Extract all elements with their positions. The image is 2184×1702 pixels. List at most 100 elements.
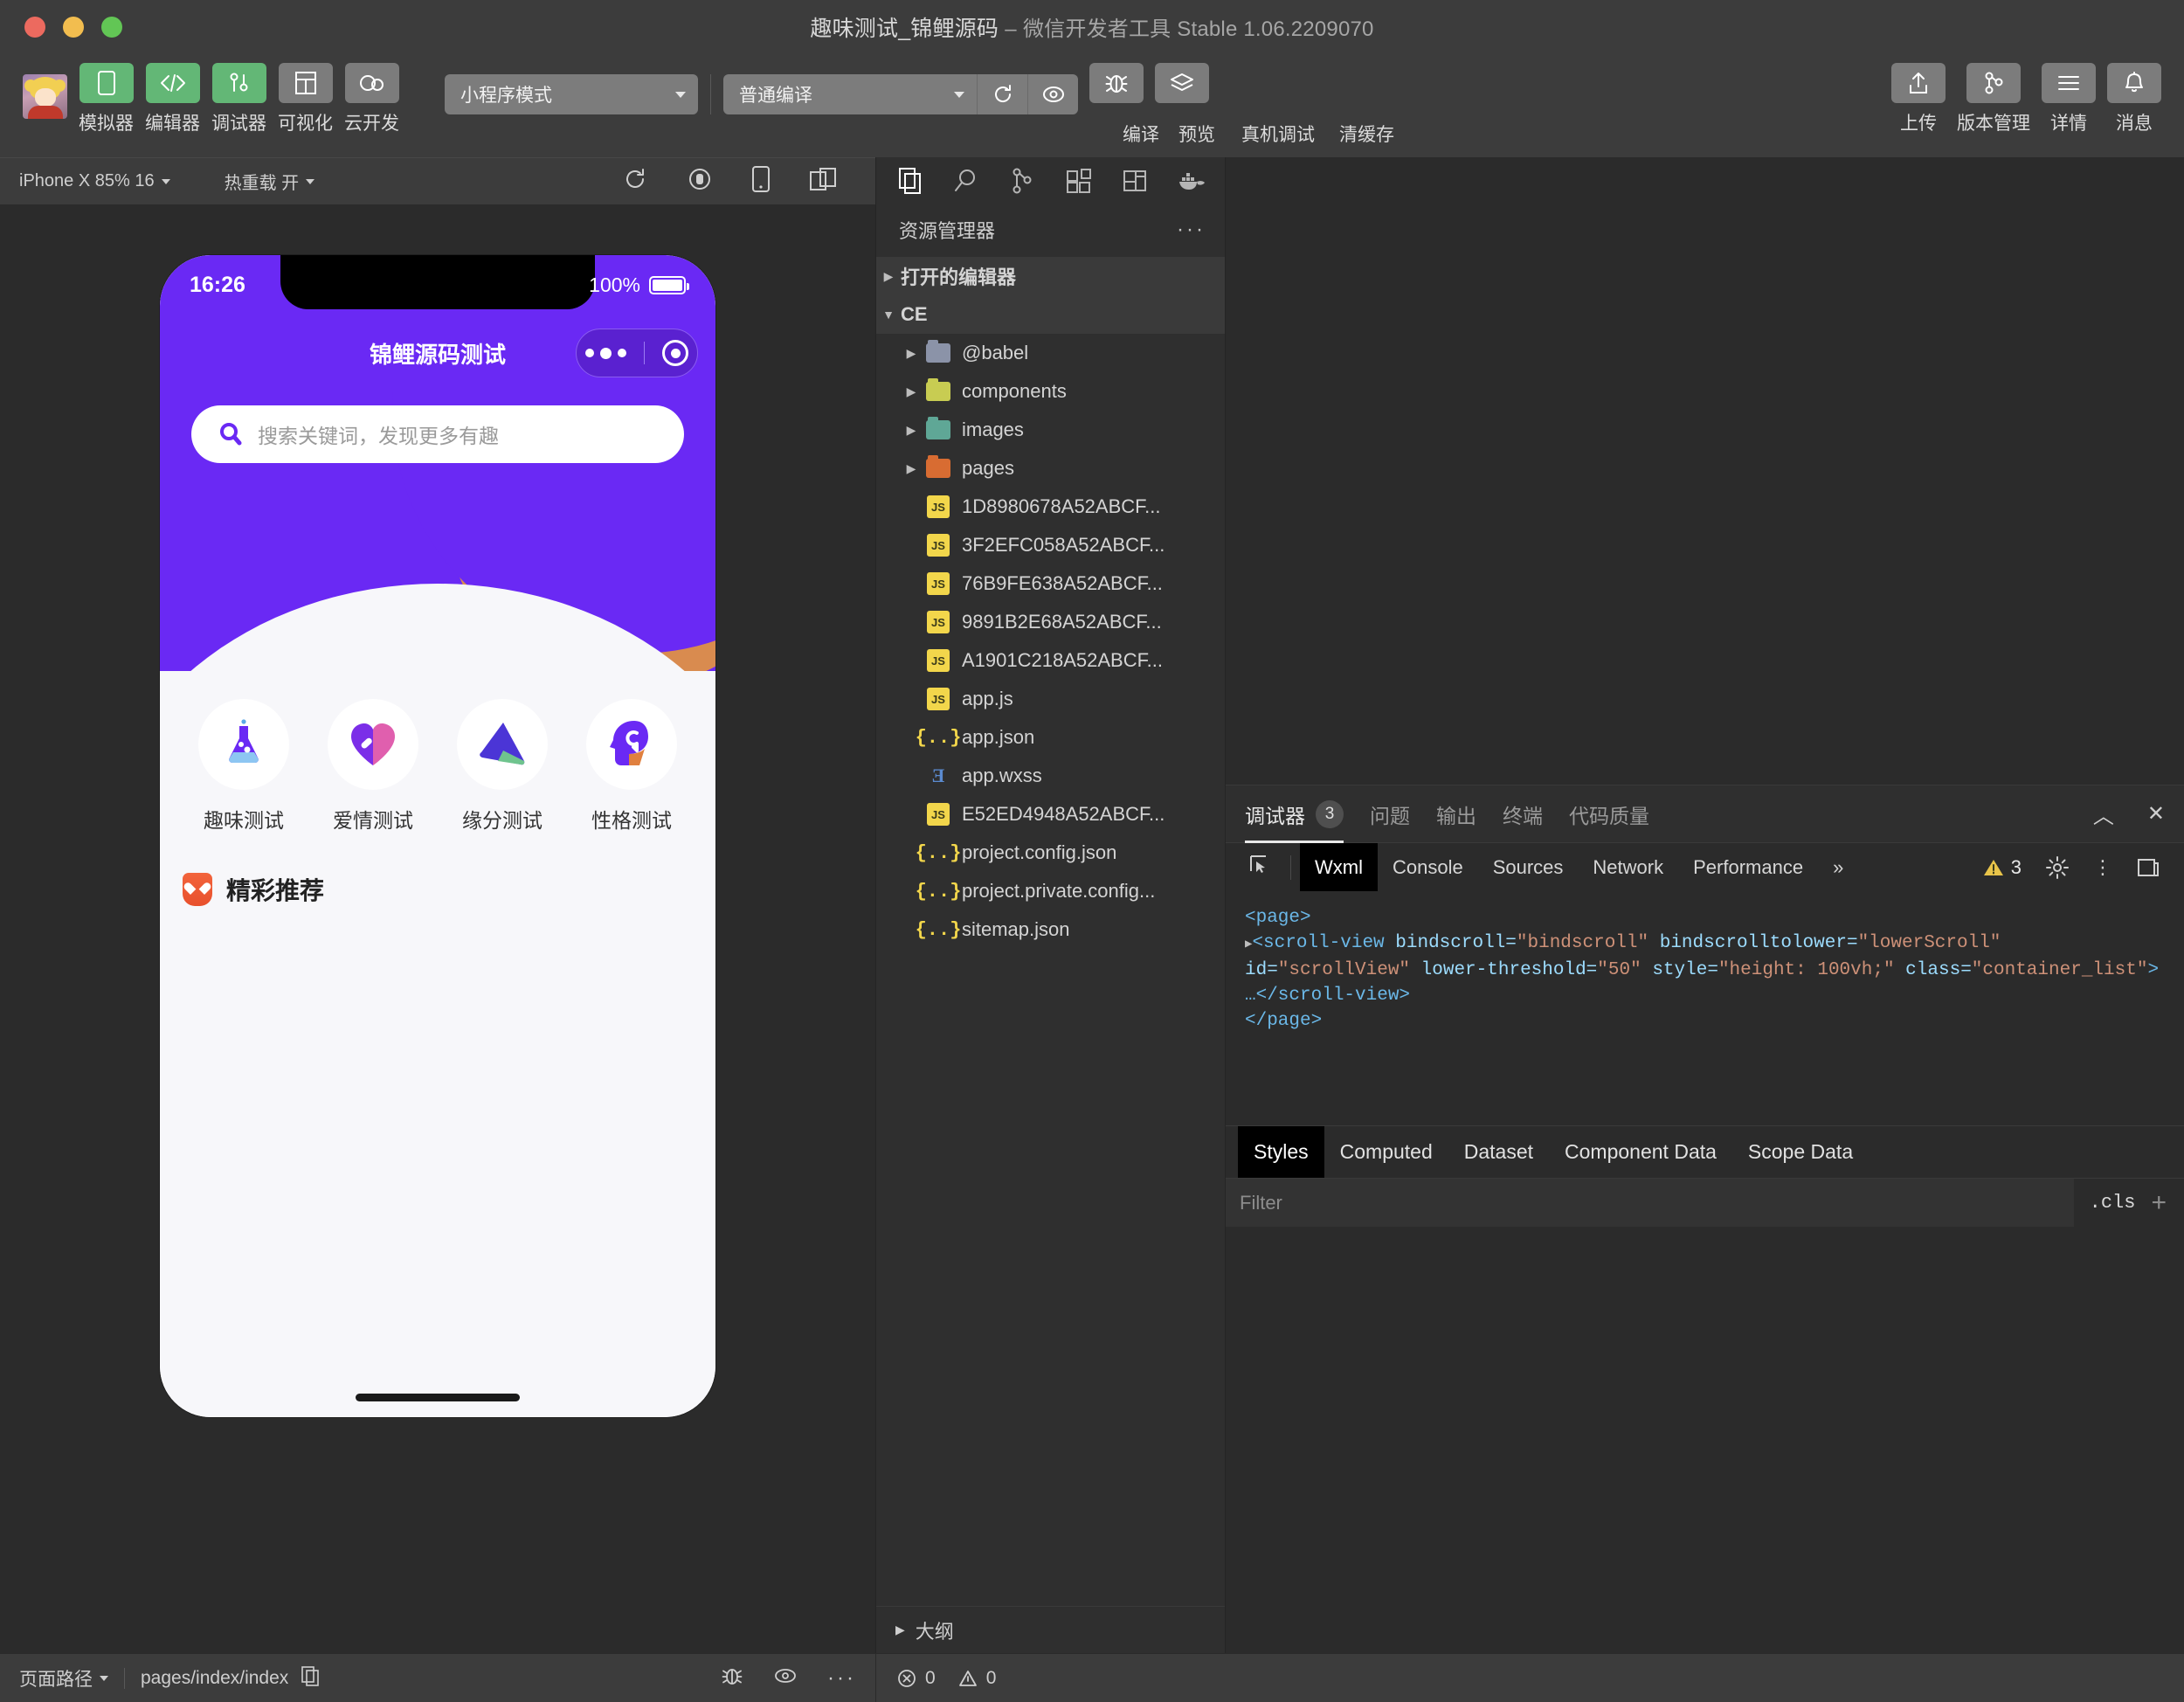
- tree-section-project-root[interactable]: ▼ CE: [876, 295, 1225, 334]
- toolbar-button-visual[interactable]: 可视化: [278, 63, 333, 135]
- ellipsis-icon-status[interactable]: ···: [827, 1666, 856, 1691]
- close-mini-program-icon[interactable]: [662, 340, 688, 366]
- tree-item-file-4[interactable]: JS 9891B2E68A52ABCF...: [876, 603, 1225, 641]
- tab-debugger[interactable]: 调试器 3: [1245, 785, 1344, 843]
- search-input[interactable]: 搜索关键词，发现更多有趣: [191, 405, 684, 463]
- phone-icon[interactable]: [751, 165, 771, 197]
- json-file-icon-app: {..}: [915, 726, 962, 749]
- layout-icon[interactable]: [1115, 163, 1155, 199]
- tree-item-sitemap[interactable]: {..} sitemap.json: [876, 910, 1225, 949]
- devtools-more-menu-icon[interactable]: ⋮: [2081, 856, 2125, 879]
- toolbar-button-version[interactable]: 版本管理: [1957, 63, 2030, 135]
- docker-icon[interactable]: [1171, 163, 1211, 199]
- chevron-up-icon[interactable]: ︿: [2093, 799, 2114, 829]
- category-item-love[interactable]: 爱情测试: [328, 699, 418, 834]
- outline-section[interactable]: ▶ 大纲: [876, 1606, 1225, 1653]
- maximize-window-button[interactable]: [101, 17, 122, 38]
- tree-item-file-3[interactable]: JS 76B9FE638A52ABCF...: [876, 564, 1225, 603]
- extensions-icon[interactable]: [1059, 163, 1099, 199]
- add-rule-button[interactable]: +: [2151, 1188, 2184, 1218]
- refresh-simulator-icon[interactable]: [622, 166, 648, 197]
- tree-item-folder-pages[interactable]: ▶ pages: [876, 449, 1225, 488]
- page-path-select[interactable]: 页面路径: [19, 1665, 108, 1692]
- toolbar-button-upload[interactable]: 上传: [1891, 63, 1946, 135]
- tree-item-file-2[interactable]: JS 3F2EFC058A52ABCF...: [876, 526, 1225, 564]
- toolbar-button-device-debug[interactable]: [1089, 63, 1144, 103]
- wxml-code-view[interactable]: <page> ▶<scroll-view bindscroll="bindscr…: [1226, 891, 2184, 1125]
- styles-tab-component-data[interactable]: Component Data: [1549, 1126, 1732, 1179]
- styles-tab-dataset[interactable]: Dataset: [1448, 1126, 1549, 1179]
- category-item-fate[interactable]: 缘分测试: [457, 699, 548, 834]
- inspect-element-icon[interactable]: [1238, 854, 1282, 881]
- devtools-settings-icon[interactable]: [2034, 855, 2081, 879]
- eye-icon-status[interactable]: [773, 1665, 798, 1691]
- problem-counts[interactable]: 0 0: [875, 1653, 996, 1702]
- devtools-more-tabs[interactable]: »: [1818, 843, 1858, 892]
- wechat-capsule-button[interactable]: [576, 329, 698, 377]
- toolbar-button-cloud[interactable]: 云开发: [344, 63, 399, 135]
- warning-indicator[interactable]: 3: [1971, 856, 2034, 879]
- devtools-tab-network[interactable]: Network: [1578, 843, 1678, 892]
- tree-item-app-json[interactable]: {..} app.json: [876, 718, 1225, 757]
- toolbar-button-details[interactable]: 详情: [2042, 63, 2096, 135]
- tab-code-quality[interactable]: 代码质量: [1569, 785, 1649, 843]
- search-icon[interactable]: [946, 163, 986, 199]
- more-dots-icon[interactable]: [585, 347, 626, 359]
- devtools-tab-sources[interactable]: Sources: [1478, 843, 1579, 892]
- preview-button[interactable]: [1027, 74, 1078, 114]
- tree-item-app-wxss[interactable]: Ǝ app.wxss: [876, 757, 1225, 795]
- close-icon[interactable]: ✕: [2147, 801, 2165, 827]
- toolbar-button-clear-cache[interactable]: [1155, 63, 1209, 103]
- source-control-icon[interactable]: [1002, 163, 1042, 199]
- devtools-tab-performance[interactable]: Performance: [1678, 843, 1818, 892]
- styles-tab-styles[interactable]: Styles: [1238, 1125, 1324, 1179]
- close-window-button[interactable]: [24, 17, 45, 38]
- user-avatar[interactable]: [23, 74, 67, 119]
- styles-tab-computed[interactable]: Computed: [1324, 1126, 1448, 1179]
- copy-icon[interactable]: [301, 1665, 320, 1692]
- tree-item-folder-images[interactable]: ▶ images: [876, 411, 1225, 449]
- tree-section-open-editors[interactable]: ▶ 打开的编辑器: [876, 257, 1225, 295]
- compile-select[interactable]: 普通编译: [723, 74, 977, 114]
- mode-select[interactable]: 小程序模式: [445, 74, 698, 114]
- tab-problems[interactable]: 问题: [1370, 785, 1410, 843]
- explorer-more-icon[interactable]: ···: [1177, 218, 1206, 242]
- multi-window-icon[interactable]: [809, 166, 837, 197]
- toolbar-button-messages[interactable]: 消息: [2107, 63, 2161, 135]
- chevron-down-icon-2: [954, 91, 964, 98]
- category-item-fun[interactable]: 趣味测试: [198, 699, 289, 834]
- toolbar-button-editor[interactable]: 编辑器: [145, 63, 200, 135]
- compile-button[interactable]: [977, 74, 1027, 114]
- tree-item-folder-babel[interactable]: ▶ @babel: [876, 334, 1225, 372]
- bug-icon-status[interactable]: [721, 1664, 743, 1692]
- tree-item-file-6[interactable]: JS E52ED4948A52ABCF...: [876, 795, 1225, 834]
- tree-label-pages: pages: [962, 457, 1014, 479]
- code-gt: >: [2147, 960, 2160, 980]
- minimize-window-button[interactable]: [63, 17, 84, 38]
- files-icon[interactable]: [890, 163, 930, 199]
- toolbar-button-debugger[interactable]: 调试器: [211, 63, 266, 135]
- tab-output[interactable]: 输出: [1436, 785, 1476, 843]
- devtools-tab-console[interactable]: Console: [1378, 843, 1478, 892]
- js-file-icon-1: JS: [923, 495, 953, 518]
- tree-item-file-1[interactable]: JS 1D8980678A52ABCF...: [876, 488, 1225, 526]
- styles-filter-input[interactable]: Filter: [1226, 1178, 2074, 1228]
- devtools-dock-icon[interactable]: [2125, 856, 2172, 879]
- toolbar-label-editor: 编辑器: [145, 114, 200, 134]
- tab-terminal[interactable]: 终端: [1503, 785, 1543, 843]
- tree-item-project-config[interactable]: {..} project.config.json: [876, 834, 1225, 872]
- tree-item-app-js[interactable]: JS app.js: [876, 680, 1225, 718]
- styles-tab-scope-data[interactable]: Scope Data: [1732, 1126, 1869, 1179]
- tree-item-folder-components[interactable]: ▶ components: [876, 372, 1225, 411]
- tree-item-project-private-config[interactable]: {..} project.private.config...: [876, 872, 1225, 910]
- error-count: 0: [925, 1667, 936, 1688]
- device-select[interactable]: iPhone X 85% 16: [19, 171, 170, 191]
- toolbar-button-simulator[interactable]: 模拟器: [79, 63, 134, 135]
- tree-item-file-5[interactable]: JS A1901C218A52ABCF...: [876, 641, 1225, 680]
- devtools-label-sources: Sources: [1492, 855, 1564, 878]
- stop-record-icon[interactable]: [687, 166, 713, 197]
- cls-button[interactable]: .cls: [2074, 1192, 2152, 1214]
- hot-reload-select[interactable]: 热重载 开: [225, 169, 315, 194]
- devtools-tab-wxml[interactable]: Wxml: [1300, 842, 1378, 892]
- category-item-personality[interactable]: 性格测试: [586, 699, 677, 834]
